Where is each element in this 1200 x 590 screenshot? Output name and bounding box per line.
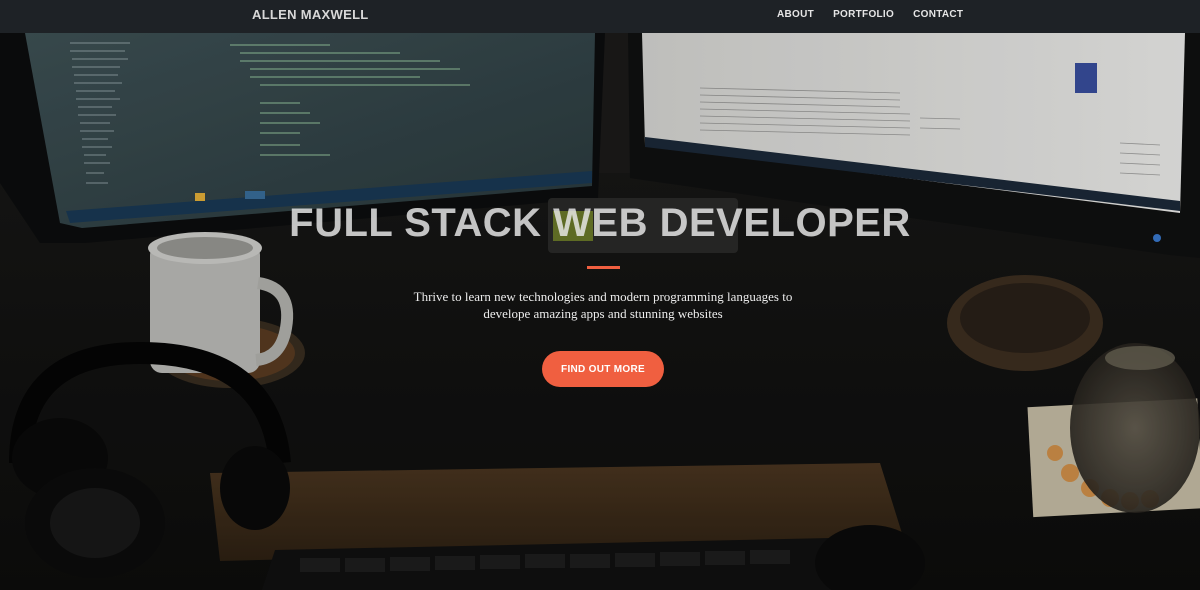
navbar: ALLEN MAXWELL ABOUT PORTFOLIO CONTACT (0, 0, 1200, 33)
hero-section: FULL STACK WEB DEVELOPER Thrive to learn… (0, 33, 1200, 590)
nav-link-portfolio[interactable]: PORTFOLIO (833, 9, 894, 20)
nav-link-about[interactable]: ABOUT (777, 9, 814, 20)
hero-title: FULL STACK WEB DEVELOPER (289, 201, 911, 245)
find-out-more-button[interactable]: FIND OUT MORE (542, 351, 664, 387)
hero-subtitle: Thrive to learn new technologies and mod… (370, 288, 836, 322)
hero-subtitle-line-2: develope amazing apps and stunning websi… (483, 306, 723, 321)
hero-subtitle-line-1: Thrive to learn new technologies and mod… (413, 289, 793, 304)
title-divider (587, 266, 620, 269)
nav-link-contact[interactable]: CONTACT (913, 9, 963, 20)
nav-links: ABOUT PORTFOLIO CONTACT (777, 9, 982, 20)
brand-link[interactable]: ALLEN MAXWELL (252, 7, 369, 22)
